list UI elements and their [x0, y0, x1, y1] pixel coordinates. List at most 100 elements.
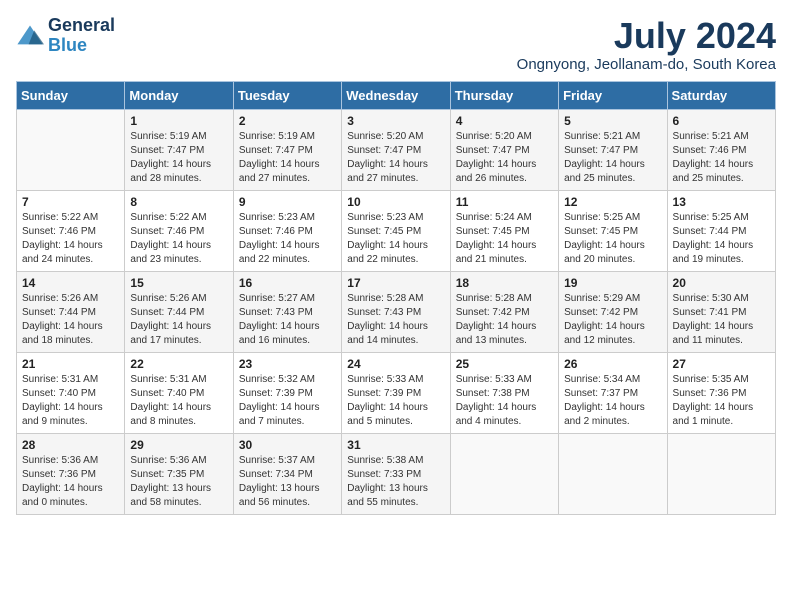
calendar-cell: 1Sunrise: 5:19 AM Sunset: 7:47 PM Daylig… [125, 109, 233, 190]
day-number: 19 [564, 276, 661, 290]
calendar-cell: 5Sunrise: 5:21 AM Sunset: 7:47 PM Daylig… [559, 109, 667, 190]
day-info: Sunrise: 5:32 AM Sunset: 7:39 PM Dayligh… [239, 373, 336, 429]
calendar-cell: 16Sunrise: 5:27 AM Sunset: 7:43 PM Dayli… [233, 271, 341, 352]
day-info: Sunrise: 5:21 AM Sunset: 7:47 PM Dayligh… [564, 130, 661, 186]
day-info: Sunrise: 5:25 AM Sunset: 7:45 PM Dayligh… [564, 211, 661, 267]
calendar-cell: 18 Sunrise: 5:28 AM Sunset: 7:42 PM Dayli… [450, 271, 558, 352]
day-number: 25 [456, 357, 553, 371]
day-number: 7 [22, 195, 119, 209]
day-number: 8 [130, 195, 227, 209]
day-number: 13 [673, 195, 770, 209]
col-header-thursday: Thursday [450, 81, 558, 109]
day-number: 30 [239, 438, 336, 452]
calendar-cell [450, 433, 558, 514]
calendar-header-row: SundayMondayTuesdayWednesdayThursdayFrid… [17, 81, 776, 109]
calendar-cell: 8 Sunrise: 5:22 AM Sunset: 7:46 PM Daylig… [125, 190, 233, 271]
calendar-cell [559, 433, 667, 514]
day-info: Sunrise: 5:36 AM Sunset: 7:36 PM Dayligh… [22, 454, 119, 510]
calendar-cell: 10 Sunrise: 5:23 AM Sunset: 7:45 PM Dayli… [342, 190, 450, 271]
day-info: Sunrise: 5:20 AM Sunset: 7:47 PM Dayligh… [456, 130, 553, 186]
calendar-cell: 3Sunrise: 5:20 AM Sunset: 7:47 PM Daylig… [342, 109, 450, 190]
page-header: General Blue July 2024 Ongnyong, Jeollan… [16, 16, 776, 73]
day-info: Sunrise: 5:26 AM Sunset: 7:44 PM Dayligh… [130, 292, 227, 348]
day-number: 28 [22, 438, 119, 452]
day-info: Sunrise: 5:34 AM Sunset: 7:37 PM Dayligh… [564, 373, 661, 429]
day-info: Sunrise: 5:30 AM Sunset: 7:41 PM Dayligh… [673, 292, 770, 348]
day-info: Sunrise: 5:22 AM Sunset: 7:46 PM Dayligh… [22, 211, 119, 267]
day-info: Sunrise: 5:25 AM Sunset: 7:44 PM Dayligh… [673, 211, 770, 267]
day-number: 22 [130, 357, 227, 371]
day-number: 21 [22, 357, 119, 371]
calendar-cell: 14Sunrise: 5:26 AM Sunset: 7:44 PM Dayli… [17, 271, 125, 352]
day-number: 18 [456, 276, 553, 290]
calendar-week-row: 28 Sunrise: 5:36 AM Sunset: 7:36 PM Dayli… [17, 433, 776, 514]
day-info: Sunrise: 5:28 AM Sunset: 7:42 PM Dayligh… [456, 292, 553, 348]
col-header-saturday: Saturday [667, 81, 775, 109]
calendar-table: SundayMondayTuesdayWednesdayThursdayFrid… [16, 81, 776, 515]
col-header-monday: Monday [125, 81, 233, 109]
calendar-cell: 7 Sunrise: 5:22 AM Sunset: 7:46 PM Daylig… [17, 190, 125, 271]
location-subtitle: Ongnyong, Jeollanam-do, South Korea [517, 56, 776, 73]
calendar-cell: 9Sunrise: 5:23 AM Sunset: 7:46 PM Daylig… [233, 190, 341, 271]
calendar-cell: 6 Sunrise: 5:21 AM Sunset: 7:46 PM Daylig… [667, 109, 775, 190]
day-info: Sunrise: 5:27 AM Sunset: 7:43 PM Dayligh… [239, 292, 336, 348]
calendar-cell: 30 Sunrise: 5:37 AM Sunset: 7:34 PM Dayli… [233, 433, 341, 514]
day-info: Sunrise: 5:37 AM Sunset: 7:34 PM Dayligh… [239, 454, 336, 510]
day-number: 12 [564, 195, 661, 209]
calendar-cell: 24Sunrise: 5:33 AM Sunset: 7:39 PM Dayli… [342, 352, 450, 433]
day-info: Sunrise: 5:22 AM Sunset: 7:46 PM Dayligh… [130, 211, 227, 267]
calendar-cell: 31 Sunrise: 5:38 AM Sunset: 7:33 PM Dayli… [342, 433, 450, 514]
day-info: Sunrise: 5:19 AM Sunset: 7:47 PM Dayligh… [130, 130, 227, 186]
day-number: 15 [130, 276, 227, 290]
col-header-tuesday: Tuesday [233, 81, 341, 109]
col-header-friday: Friday [559, 81, 667, 109]
calendar-cell: 26 Sunrise: 5:34 AM Sunset: 7:37 PM Dayli… [559, 352, 667, 433]
day-number: 31 [347, 438, 444, 452]
calendar-cell [667, 433, 775, 514]
day-info: Sunrise: 5:24 AM Sunset: 7:45 PM Dayligh… [456, 211, 553, 267]
calendar-cell: 23 Sunrise: 5:32 AM Sunset: 7:39 PM Dayli… [233, 352, 341, 433]
day-info: Sunrise: 5:23 AM Sunset: 7:45 PM Dayligh… [347, 211, 444, 267]
day-number: 4 [456, 114, 553, 128]
calendar-cell: 13 Sunrise: 5:25 AM Sunset: 7:44 PM Dayli… [667, 190, 775, 271]
calendar-cell: 4 Sunrise: 5:20 AM Sunset: 7:47 PM Daylig… [450, 109, 558, 190]
month-year-title: July 2024 [517, 16, 776, 56]
day-number: 6 [673, 114, 770, 128]
calendar-week-row: 14Sunrise: 5:26 AM Sunset: 7:44 PM Dayli… [17, 271, 776, 352]
calendar-cell: 25 Sunrise: 5:33 AM Sunset: 7:38 PM Dayli… [450, 352, 558, 433]
day-info: Sunrise: 5:26 AM Sunset: 7:44 PM Dayligh… [22, 292, 119, 348]
calendar-cell: 28 Sunrise: 5:36 AM Sunset: 7:36 PM Dayli… [17, 433, 125, 514]
day-number: 10 [347, 195, 444, 209]
day-number: 17 [347, 276, 444, 290]
day-info: Sunrise: 5:31 AM Sunset: 7:40 PM Dayligh… [22, 373, 119, 429]
col-header-sunday: Sunday [17, 81, 125, 109]
day-info: Sunrise: 5:20 AM Sunset: 7:47 PM Dayligh… [347, 130, 444, 186]
calendar-week-row: 1Sunrise: 5:19 AM Sunset: 7:47 PM Daylig… [17, 109, 776, 190]
calendar-cell: 29Sunrise: 5:36 AM Sunset: 7:35 PM Dayli… [125, 433, 233, 514]
calendar-cell: 12 Sunrise: 5:25 AM Sunset: 7:45 PM Dayli… [559, 190, 667, 271]
day-info: Sunrise: 5:33 AM Sunset: 7:38 PM Dayligh… [456, 373, 553, 429]
calendar-cell: 22Sunrise: 5:31 AM Sunset: 7:40 PM Dayli… [125, 352, 233, 433]
day-info: Sunrise: 5:23 AM Sunset: 7:46 PM Dayligh… [239, 211, 336, 267]
title-block: July 2024 Ongnyong, Jeollanam-do, South … [517, 16, 776, 73]
day-info: Sunrise: 5:28 AM Sunset: 7:43 PM Dayligh… [347, 292, 444, 348]
day-number: 26 [564, 357, 661, 371]
day-number: 24 [347, 357, 444, 371]
day-number: 2 [239, 114, 336, 128]
calendar-cell: 19 Sunrise: 5:29 AM Sunset: 7:42 PM Dayli… [559, 271, 667, 352]
day-info: Sunrise: 5:19 AM Sunset: 7:47 PM Dayligh… [239, 130, 336, 186]
calendar-cell: 2 Sunrise: 5:19 AM Sunset: 7:47 PM Daylig… [233, 109, 341, 190]
col-header-wednesday: Wednesday [342, 81, 450, 109]
day-number: 20 [673, 276, 770, 290]
day-info: Sunrise: 5:21 AM Sunset: 7:46 PM Dayligh… [673, 130, 770, 186]
calendar-cell: 21 Sunrise: 5:31 AM Sunset: 7:40 PM Dayli… [17, 352, 125, 433]
day-number: 27 [673, 357, 770, 371]
day-info: Sunrise: 5:38 AM Sunset: 7:33 PM Dayligh… [347, 454, 444, 510]
calendar-week-row: 7 Sunrise: 5:22 AM Sunset: 7:46 PM Daylig… [17, 190, 776, 271]
calendar-cell: 11 Sunrise: 5:24 AM Sunset: 7:45 PM Dayli… [450, 190, 558, 271]
day-info: Sunrise: 5:29 AM Sunset: 7:42 PM Dayligh… [564, 292, 661, 348]
day-number: 23 [239, 357, 336, 371]
day-info: Sunrise: 5:36 AM Sunset: 7:35 PM Dayligh… [130, 454, 227, 510]
day-number: 11 [456, 195, 553, 209]
logo: General Blue [16, 16, 115, 56]
